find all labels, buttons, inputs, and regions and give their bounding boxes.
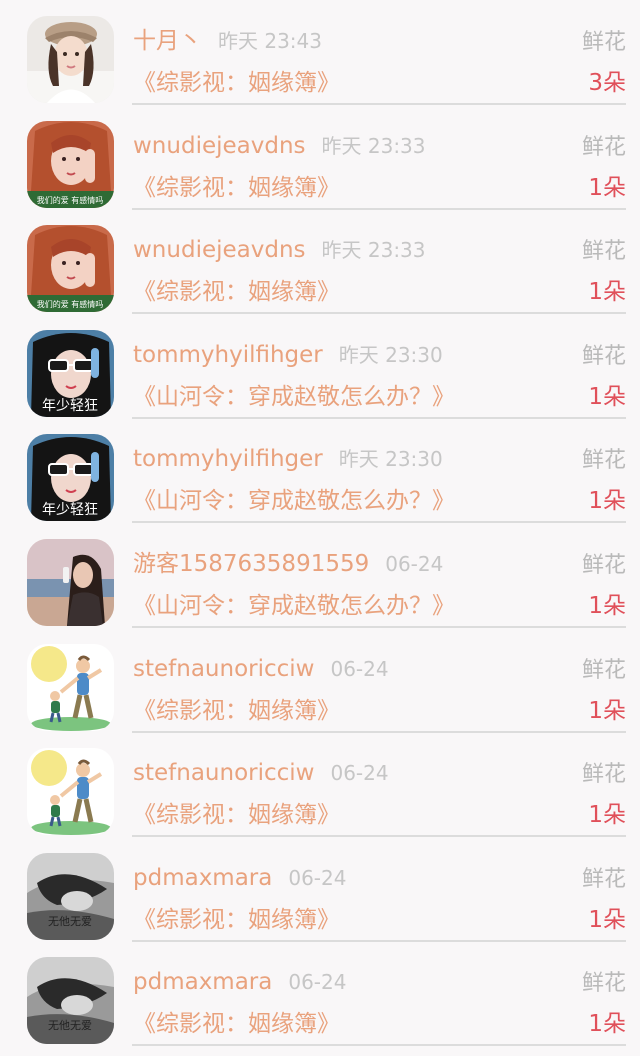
user-name-text[interactable]: pdmaxmara [133, 865, 272, 891]
user-name-text[interactable]: 十月丶 [133, 28, 202, 54]
user-name[interactable]: tommyhyilfihger 昨天 23:30 [133, 340, 443, 370]
svg-text:我们的爱 有感情吗: 我们的爱 有感情吗 [37, 299, 104, 309]
timestamp: 06-24 [288, 865, 347, 890]
girl-cap-avatar [27, 16, 114, 103]
grayscale-sleeping-avatar: 无他无爱 [27, 957, 114, 1045]
gift-type-label: 鲜花 [581, 239, 626, 265]
user-name[interactable]: stefnaunoricciw 06-24 [133, 654, 389, 684]
avatar[interactable] [27, 748, 114, 836]
list-item[interactable]: 游客1587635891559 06-24 鲜花 《山河令：穿成赵敬怎么办？》 1… [0, 523, 640, 628]
user-name-text[interactable]: tommyhyilfihger [133, 446, 323, 472]
gift-type-label: 鲜花 [581, 30, 626, 55]
flower-count: 1朵 [588, 1011, 626, 1038]
list-item[interactable]: 年少轻狂 tommyhyilfihger 昨天 23:30 鲜花 《山河令：穿成赵… [0, 418, 640, 524]
list-item[interactable]: 我们的爱 有感情吗 wnudiejeavdns 昨天 23:33 鲜花 《综影视：… [0, 209, 640, 315]
timestamp: 昨天 23:33 [321, 238, 426, 263]
flower-count: 1朵 [588, 802, 626, 829]
user-name-text[interactable]: tommyhyilfihger [133, 342, 323, 368]
flower-gift-list: 十月丶 昨天 23:43 鲜花 《综影视：姻缘簿》 3朵 我们的爱 有感情吗 wn… [0, 0, 640, 1056]
timestamp: 昨天 23:30 [338, 447, 443, 472]
user-name[interactable]: pdmaxmara 06-24 [133, 967, 346, 997]
svg-text:我们的爱 有感情吗: 我们的爱 有感情吗 [37, 195, 104, 205]
gift-type-label: 鲜花 [581, 657, 626, 683]
gift-type-label: 鲜花 [581, 448, 626, 474]
avatar[interactable] [27, 643, 114, 731]
book-title-link[interactable]: 《综影视：姻缘簿》 [133, 800, 340, 830]
flower-count: 1朵 [588, 279, 626, 306]
timestamp: 06-24 [330, 761, 389, 786]
gift-type-label: 鲜花 [581, 762, 626, 788]
flower-count: 3朵 [588, 70, 626, 96]
user-name[interactable]: wnudiejeavdns 昨天 23:33 [133, 131, 426, 161]
cartoon-father-child-avatar [27, 748, 114, 836]
list-item[interactable]: 我们的爱 有感情吗 wnudiejeavdns 昨天 23:33 鲜花 《综影视：… [0, 105, 640, 210]
user-name-text[interactable]: 游客1587635891559 [133, 551, 369, 577]
gift-type-label: 鲜花 [581, 134, 626, 160]
book-title-link[interactable]: 《山河令：穿成赵敬怎么办？》 [133, 591, 455, 621]
avatar[interactable]: 年少轻狂 [27, 434, 114, 522]
user-name[interactable]: stefnaunoricciw 06-24 [133, 758, 389, 788]
flower-count: 1朵 [588, 697, 626, 724]
user-name-text[interactable]: wnudiejeavdns [133, 133, 306, 159]
timestamp: 06-24 [330, 656, 389, 681]
avatar[interactable]: 我们的爱 有感情吗 [27, 120, 114, 208]
red-hair-girl-avatar: 我们的爱 有感情吗 [27, 225, 114, 313]
book-title-link[interactable]: 《山河令：穿成赵敬怎么办？》 [133, 486, 455, 516]
book-title-link[interactable]: 《综影视：姻缘簿》 [133, 173, 340, 203]
sunglasses-girl-avatar: 年少轻狂 [27, 329, 114, 417]
seaside-girl-avatar [27, 539, 114, 626]
user-name[interactable]: pdmaxmara 06-24 [133, 863, 346, 893]
cartoon-father-child-avatar [27, 643, 114, 731]
flower-count: 1朵 [588, 174, 626, 201]
avatar[interactable] [27, 16, 114, 103]
flower-count: 1朵 [588, 906, 626, 933]
timestamp: 昨天 23:33 [321, 133, 426, 158]
user-name[interactable]: 十月丶 昨天 23:43 [133, 26, 322, 56]
svg-text:无他无爱: 无他无爱 [48, 915, 92, 928]
flower-count: 1朵 [588, 383, 626, 410]
timestamp: 06-24 [385, 552, 444, 576]
divider [132, 1044, 626, 1047]
book-title-link[interactable]: 《综影视：姻缘簿》 [133, 696, 340, 726]
timestamp: 昨天 23:30 [338, 342, 443, 367]
avatar[interactable]: 无他无爱 [27, 957, 114, 1045]
list-item[interactable]: 十月丶 昨天 23:43 鲜花 《综影视：姻缘簿》 3朵 [0, 0, 640, 105]
avatar[interactable] [27, 539, 114, 626]
red-hair-girl-avatar: 我们的爱 有感情吗 [27, 120, 114, 208]
user-name-text[interactable]: wnudiejeavdns [133, 237, 306, 263]
book-title-link[interactable]: 《综影视：姻缘簿》 [133, 277, 340, 307]
svg-text:无他无爱: 无他无爱 [48, 1019, 92, 1032]
gift-type-label: 鲜花 [581, 553, 626, 578]
user-name[interactable]: wnudiejeavdns 昨天 23:33 [133, 235, 426, 265]
avatar[interactable]: 无他无爱 [27, 852, 114, 940]
flower-count: 1朵 [588, 593, 626, 619]
svg-text:年少轻狂: 年少轻狂 [42, 398, 98, 414]
grayscale-sleeping-avatar: 无他无爱 [27, 852, 114, 940]
user-name-text[interactable]: pdmaxmara [133, 969, 272, 995]
user-name-text[interactable]: stefnaunoricciw [133, 760, 314, 786]
svg-text:年少轻狂: 年少轻狂 [42, 502, 98, 518]
user-name-text[interactable]: stefnaunoricciw [133, 656, 314, 682]
list-item[interactable]: stefnaunoricciw 06-24 鲜花 《综影视：姻缘簿》 1朵 [0, 628, 640, 733]
user-name[interactable]: tommyhyilfihger 昨天 23:30 [133, 444, 443, 474]
list-item[interactable]: 无他无爱 pdmaxmara 06-24 鲜花 《综影视：姻缘簿》 1朵 [0, 837, 640, 942]
avatar[interactable]: 我们的爱 有感情吗 [27, 225, 114, 313]
flower-count: 1朵 [588, 488, 626, 515]
list-item[interactable]: 年少轻狂 tommyhyilfihger 昨天 23:30 鲜花 《山河令：穿成赵… [0, 314, 640, 419]
sunglasses-girl-avatar: 年少轻狂 [27, 434, 114, 522]
gift-type-label: 鲜花 [581, 866, 626, 892]
gift-type-label: 鲜花 [581, 971, 626, 997]
book-title-link[interactable]: 《综影视：姻缘簿》 [133, 68, 340, 98]
avatar[interactable]: 年少轻狂 [27, 329, 114, 417]
list-item[interactable]: stefnaunoricciw 06-24 鲜花 《综影视：姻缘簿》 1朵 [0, 732, 640, 838]
book-title-link[interactable]: 《综影视：姻缘簿》 [133, 1009, 340, 1039]
user-name[interactable]: 游客1587635891559 06-24 [133, 549, 443, 579]
list-item[interactable]: 无他无爱 pdmaxmara 06-24 鲜花 《综影视：姻缘簿》 1朵 [0, 941, 640, 1047]
gift-type-label: 鲜花 [581, 343, 626, 369]
timestamp: 06-24 [288, 970, 347, 995]
book-title-link[interactable]: 《综影视：姻缘簿》 [133, 905, 340, 935]
book-title-link[interactable]: 《山河令：穿成赵敬怎么办？》 [133, 382, 455, 412]
timestamp: 昨天 23:43 [218, 29, 322, 53]
